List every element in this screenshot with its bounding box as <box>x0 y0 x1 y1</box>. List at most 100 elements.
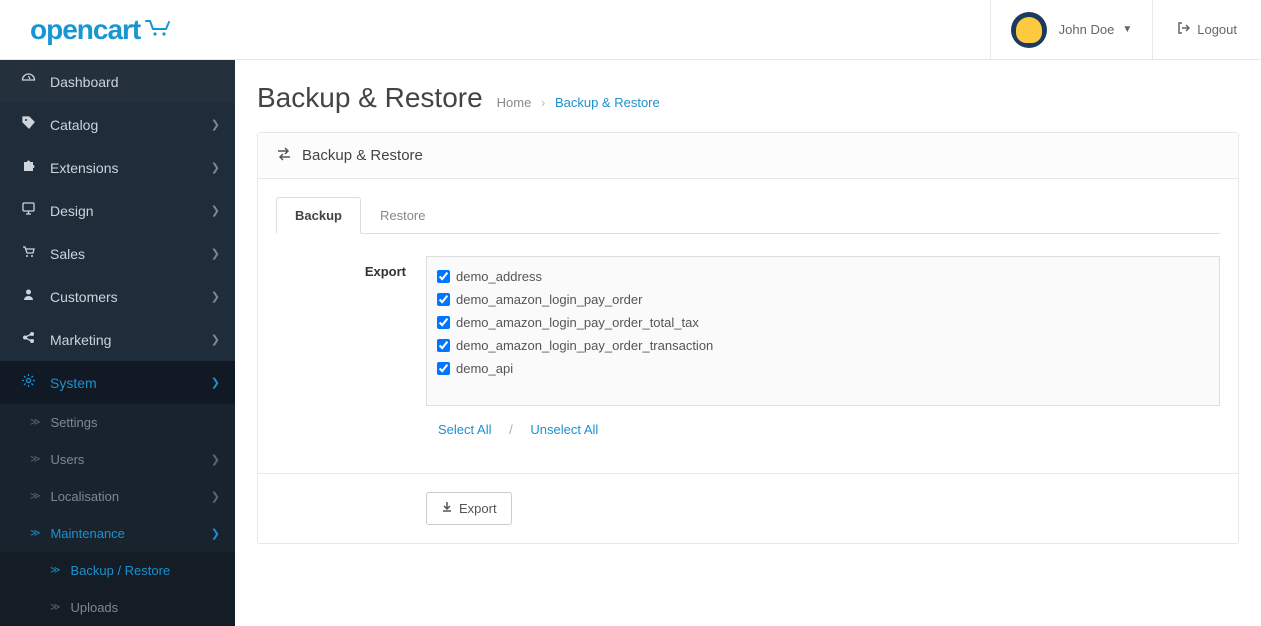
sub-label: Users <box>50 452 84 467</box>
tables-list[interactable]: demo_address demo_amazon_login_pay_order… <box>426 256 1220 406</box>
nav-sales[interactable]: Sales ❯ <box>0 232 235 275</box>
chevron-right-icon: ❯ <box>211 204 220 217</box>
sub-localisation[interactable]: ≫ Localisation ❯ <box>0 478 235 515</box>
chevron-right-icon: ❯ <box>211 527 220 540</box>
nav-label: Customers <box>50 289 118 305</box>
logout-link[interactable]: Logout <box>1152 0 1261 59</box>
arrow-icon: ≫ <box>30 454 40 465</box>
chevron-right-icon: ❯ <box>211 453 220 466</box>
logout-icon <box>1177 21 1191 38</box>
export-row: Export demo_address demo_amazon_login_pa… <box>276 256 1220 437</box>
unselect-all-link[interactable]: Unselect All <box>530 422 598 437</box>
logout-label: Logout <box>1197 22 1237 37</box>
tabs: Backup Restore <box>276 197 1220 234</box>
nav-extensions[interactable]: Extensions ❯ <box>0 146 235 189</box>
arrow-icon: ≫ <box>50 602 60 613</box>
table-name: demo_amazon_login_pay_order_transaction <box>456 338 713 353</box>
transfer-icon <box>276 147 292 164</box>
dashboard-icon <box>18 72 38 91</box>
nav-label: Marketing <box>50 332 111 348</box>
table-entry: demo_api <box>437 357 1209 380</box>
sub-label: Localisation <box>50 489 119 504</box>
logo[interactable]: opencart <box>0 14 235 46</box>
sub-users[interactable]: ≫ Users ❯ <box>0 441 235 478</box>
gear-icon <box>18 373 38 392</box>
arrow-icon: ≫ <box>50 565 60 576</box>
panel-footer: Export <box>258 473 1238 543</box>
arrow-icon: ≫ <box>30 528 40 539</box>
puzzle-icon <box>18 158 38 177</box>
header: opencart John Doe ▼ Logout <box>0 0 1261 60</box>
table-checkbox[interactable] <box>437 270 450 283</box>
export-label: Export <box>276 256 426 437</box>
cart-icon <box>144 17 174 43</box>
nav-label: Dashboard <box>50 74 119 90</box>
sub-label: Maintenance <box>50 526 124 541</box>
download-icon <box>441 501 453 516</box>
sub-maintenance[interactable]: ≫ Maintenance ❯ <box>0 515 235 552</box>
table-entry: demo_amazon_login_pay_order_total_tax <box>437 311 1209 334</box>
nav-dashboard[interactable]: Dashboard <box>0 60 235 103</box>
subsub-backup-restore[interactable]: ≫ Backup / Restore <box>0 552 235 589</box>
share-icon <box>18 330 38 349</box>
tab-backup[interactable]: Backup <box>276 197 361 234</box>
nav-label: Sales <box>50 246 85 262</box>
arrow-icon: ≫ <box>30 417 40 428</box>
subsub-label: Uploads <box>70 600 118 615</box>
breadcrumb-current[interactable]: Backup & Restore <box>555 95 660 110</box>
table-entry: demo_amazon_login_pay_order_transaction <box>437 334 1209 357</box>
breadcrumb: Home › Backup & Restore <box>497 95 660 110</box>
user-name: John Doe <box>1059 22 1115 37</box>
table-checkbox[interactable] <box>437 362 450 375</box>
sub-settings[interactable]: ≫ Settings <box>0 404 235 441</box>
desktop-icon <box>18 201 38 220</box>
panel: Backup & Restore Backup Restore Export d… <box>257 132 1239 544</box>
chevron-right-icon: ❯ <box>211 247 220 260</box>
table-checkbox[interactable] <box>437 293 450 306</box>
table-checkbox[interactable] <box>437 339 450 352</box>
nav-design[interactable]: Design ❯ <box>0 189 235 232</box>
table-name: demo_address <box>456 269 542 284</box>
arrow-icon: ≫ <box>30 491 40 502</box>
breadcrumb-home[interactable]: Home <box>497 95 532 110</box>
breadcrumb-sep: › <box>541 95 545 110</box>
chevron-right-icon: ❯ <box>211 376 220 389</box>
nav-marketing[interactable]: Marketing ❯ <box>0 318 235 361</box>
user-icon <box>18 287 38 306</box>
panel-head: Backup & Restore <box>258 133 1238 179</box>
avatar <box>1011 12 1047 48</box>
sub-label: Settings <box>50 415 97 430</box>
table-entry: demo_address <box>437 265 1209 288</box>
user-menu[interactable]: John Doe ▼ <box>990 0 1153 59</box>
select-all-link[interactable]: Select All <box>438 422 491 437</box>
subsub-uploads[interactable]: ≫ Uploads <box>0 589 235 626</box>
table-name: demo_amazon_login_pay_order_total_tax <box>456 315 699 330</box>
header-right: John Doe ▼ Logout <box>990 0 1261 59</box>
nav-customers[interactable]: Customers ❯ <box>0 275 235 318</box>
export-button-label: Export <box>459 501 497 516</box>
panel-title: Backup & Restore <box>302 147 423 164</box>
caret-down-icon: ▼ <box>1122 24 1132 35</box>
table-name: demo_api <box>456 361 513 376</box>
chevron-right-icon: ❯ <box>211 161 220 174</box>
export-button[interactable]: Export <box>426 492 512 525</box>
page-title: Backup & Restore <box>257 82 483 114</box>
nav-label: Catalog <box>50 117 98 133</box>
nav-catalog[interactable]: Catalog ❯ <box>0 103 235 146</box>
tag-icon <box>18 115 38 134</box>
nav-label: Design <box>50 203 94 219</box>
table-name: demo_amazon_login_pay_order <box>456 292 642 307</box>
chevron-right-icon: ❯ <box>211 490 220 503</box>
chevron-right-icon: ❯ <box>211 290 220 303</box>
table-entry: demo_amazon_login_pay_order <box>437 288 1209 311</box>
nav-label: Extensions <box>50 160 118 176</box>
page-header: Backup & Restore Home › Backup & Restore <box>235 60 1261 132</box>
table-checkbox[interactable] <box>437 316 450 329</box>
sidebar: Dashboard Catalog ❯ Extensions ❯ Design … <box>0 60 235 626</box>
select-links: Select All / Unselect All <box>426 422 1220 437</box>
main: Backup & Restore Home › Backup & Restore… <box>235 60 1261 626</box>
chevron-right-icon: ❯ <box>211 333 220 346</box>
nav-label: System <box>50 375 97 391</box>
nav-system[interactable]: System ❯ <box>0 361 235 404</box>
tab-restore[interactable]: Restore <box>361 197 445 234</box>
